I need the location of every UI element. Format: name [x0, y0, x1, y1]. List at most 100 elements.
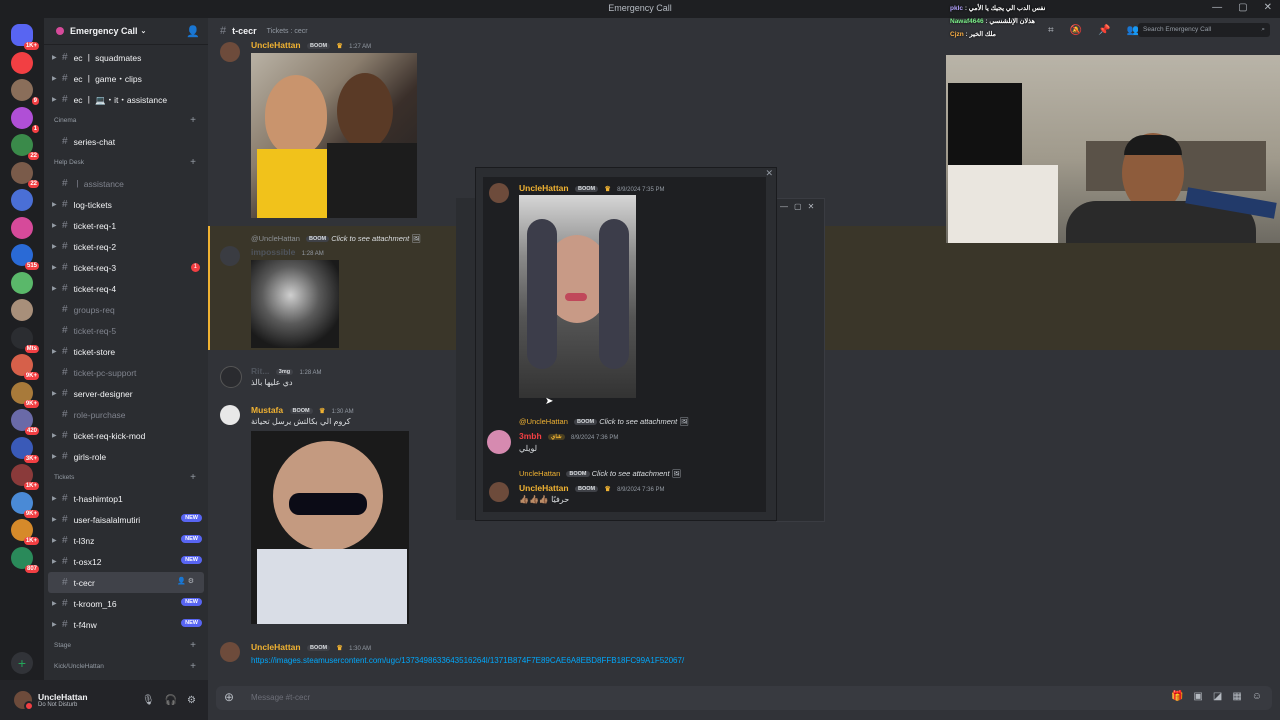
- server-icon[interactable]: 9: [11, 79, 39, 105]
- sticker-icon[interactable]: ◪: [1213, 691, 1222, 702]
- message-link[interactable]: https://images.steamusercontent.com/ugc/…: [251, 656, 684, 665]
- notifications-icon[interactable]: 🔕: [1070, 25, 1082, 36]
- avatar[interactable]: [489, 482, 509, 502]
- server-icon[interactable]: [11, 189, 33, 211]
- channel-item[interactable]: ▶ # girls-role: [44, 446, 208, 467]
- channel-item[interactable]: # t-cecr 👤 ⚙: [48, 572, 204, 593]
- maximize-icon[interactable]: ▢: [794, 202, 802, 211]
- server-icon[interactable]: [11, 299, 33, 321]
- channel-item[interactable]: ▶ # t-kroom_16 NEW: [44, 593, 208, 614]
- channel-category[interactable]: Stage +: [44, 635, 208, 656]
- attachment-image[interactable]: [519, 195, 636, 398]
- avatar[interactable]: [220, 366, 242, 388]
- server-icon[interactable]: 515: [11, 244, 39, 270]
- server-icon[interactable]: 807: [11, 546, 39, 573]
- channel-item[interactable]: ▶ # ticket-req-4: [44, 278, 208, 299]
- channel-item[interactable]: ▶ # ticket-store: [44, 341, 208, 362]
- apps-icon[interactable]: ▦: [1232, 691, 1241, 702]
- avatar[interactable]: [220, 42, 240, 62]
- avatar[interactable]: [487, 430, 511, 454]
- avatar[interactable]: [220, 642, 240, 662]
- settings-gear-icon[interactable]: ⚙: [187, 695, 196, 706]
- server-header[interactable]: Emergency Call ⌄ 👤: [44, 18, 208, 45]
- server-icon[interactable]: 22: [11, 134, 39, 160]
- minimize-icon[interactable]: —: [1212, 2, 1222, 13]
- direct-messages-icon[interactable]: 1K+: [11, 24, 39, 50]
- channel-item[interactable]: ▶ # ticket-req-3 1: [44, 257, 208, 278]
- channel-item[interactable]: ▶ # log-tickets: [44, 194, 208, 215]
- close-icon[interactable]: ✕: [1264, 2, 1272, 13]
- add-server-icon[interactable]: +: [11, 652, 33, 674]
- author-name[interactable]: UncleHattan: [251, 642, 301, 652]
- reply-attachment-link[interactable]: Click to see attachment: [331, 234, 409, 243]
- attachment-image[interactable]: [251, 260, 339, 348]
- channel-item[interactable]: # ㅣ assistance: [44, 173, 208, 194]
- reply-preview[interactable]: UncleHattan BOOM Click to see attachment…: [519, 469, 681, 478]
- add-member-icon[interactable]: 👤: [186, 25, 200, 38]
- attachment-image[interactable]: [251, 431, 409, 624]
- add-channel-icon[interactable]: +: [190, 472, 196, 483]
- close-icon[interactable]: ✕: [765, 168, 773, 179]
- channel-item[interactable]: ▶ # ec ㅣ game・clips: [44, 68, 208, 89]
- channel-item[interactable]: ▶ # t-hashimtop1: [44, 488, 208, 509]
- author-name[interactable]: Rit...: [251, 366, 269, 376]
- gift-icon[interactable]: 🎁: [1171, 691, 1183, 702]
- search-input[interactable]: Search Emergency Call ⌕: [1138, 23, 1270, 37]
- user-avatar[interactable]: [14, 691, 34, 711]
- avatar[interactable]: [220, 246, 240, 266]
- server-icon[interactable]: 22: [11, 161, 39, 188]
- threads-icon[interactable]: ⌗: [1048, 25, 1054, 36]
- reply-preview[interactable]: @UncleHattan BOOM Click to see attachmen…: [519, 417, 689, 426]
- author-name[interactable]: Mustafa: [251, 405, 283, 415]
- channel-item[interactable]: ▶ # ticket-req-1: [44, 215, 208, 236]
- attachment-image[interactable]: [251, 53, 417, 218]
- reply-attachment-link[interactable]: Click to see attachment: [592, 469, 670, 478]
- channel-item[interactable]: ▶ # t-osx12 NEW: [44, 551, 208, 572]
- channel-item[interactable]: ▶ # user-faisalalmutiri NEW: [44, 509, 208, 530]
- server-icon[interactable]: 1K+: [11, 519, 39, 545]
- microphone-icon[interactable]: 🎙: [142, 695, 155, 706]
- server-icon[interactable]: 420: [11, 409, 39, 435]
- emoji-icon[interactable]: ☺: [1252, 691, 1262, 702]
- channel-category[interactable]: Help Desk +: [44, 152, 208, 173]
- close-icon[interactable]: ✕: [808, 202, 815, 211]
- server-icon[interactable]: Mts: [11, 326, 39, 353]
- author-name[interactable]: UncleHattan: [519, 183, 569, 193]
- avatar[interactable]: [220, 405, 240, 425]
- author-name[interactable]: impossible: [251, 247, 295, 257]
- server-icon[interactable]: 9K+: [11, 354, 39, 380]
- server-icon[interactable]: [11, 216, 33, 239]
- server-icon[interactable]: 1K+: [11, 464, 39, 490]
- author-name[interactable]: 3mbh: [519, 431, 542, 441]
- pin-icon[interactable]: 📌: [1098, 25, 1110, 36]
- channel-item[interactable]: # role-purchase: [44, 404, 208, 425]
- channel-item[interactable]: ▶ # ec ㅣ squadmates: [44, 47, 208, 68]
- channel-item[interactable]: ▶ # ticket-req-kick-mod: [44, 425, 208, 446]
- add-channel-icon[interactable]: +: [190, 661, 196, 672]
- author-name[interactable]: UncleHattan: [251, 40, 301, 50]
- headphones-icon[interactable]: 🎧: [165, 695, 177, 706]
- channel-item[interactable]: # ticket-pc-support: [44, 362, 208, 383]
- channel-item[interactable]: ▶ # t-f4nw NEW: [44, 614, 208, 635]
- channel-category[interactable]: Kick/UncleHattan +: [44, 656, 208, 677]
- channel-settings-icon[interactable]: 👤 ⚙: [177, 577, 194, 585]
- add-channel-icon[interactable]: +: [190, 115, 196, 126]
- channel-item[interactable]: # ticket-req-5: [44, 320, 208, 341]
- add-channel-icon[interactable]: +: [190, 640, 196, 651]
- channel-item[interactable]: ▶ # server-designer: [44, 383, 208, 404]
- avatar[interactable]: [489, 183, 509, 203]
- channel-item[interactable]: # groups-req: [44, 299, 208, 320]
- message-composer[interactable]: ⊕ Message #t-cecr 🎁 ▣ ◪ ▦ ☺: [216, 686, 1272, 710]
- server-icon[interactable]: 3K+: [11, 436, 39, 463]
- server-icon[interactable]: [11, 51, 33, 74]
- add-attachment-icon[interactable]: ⊕: [224, 690, 234, 704]
- server-icon[interactable]: 9K+: [11, 381, 39, 408]
- server-icon[interactable]: 1: [11, 106, 39, 133]
- gif-icon[interactable]: ▣: [1193, 691, 1202, 702]
- maximize-icon[interactable]: ▢: [1238, 2, 1247, 13]
- server-icon[interactable]: [11, 271, 33, 294]
- add-channel-icon[interactable]: +: [190, 157, 196, 168]
- channel-item[interactable]: ▶ # ec ㅣ 💻・it・assistance: [44, 89, 208, 110]
- channel-category[interactable]: Cinema +: [44, 110, 208, 131]
- channel-item[interactable]: # series-chat: [44, 131, 208, 152]
